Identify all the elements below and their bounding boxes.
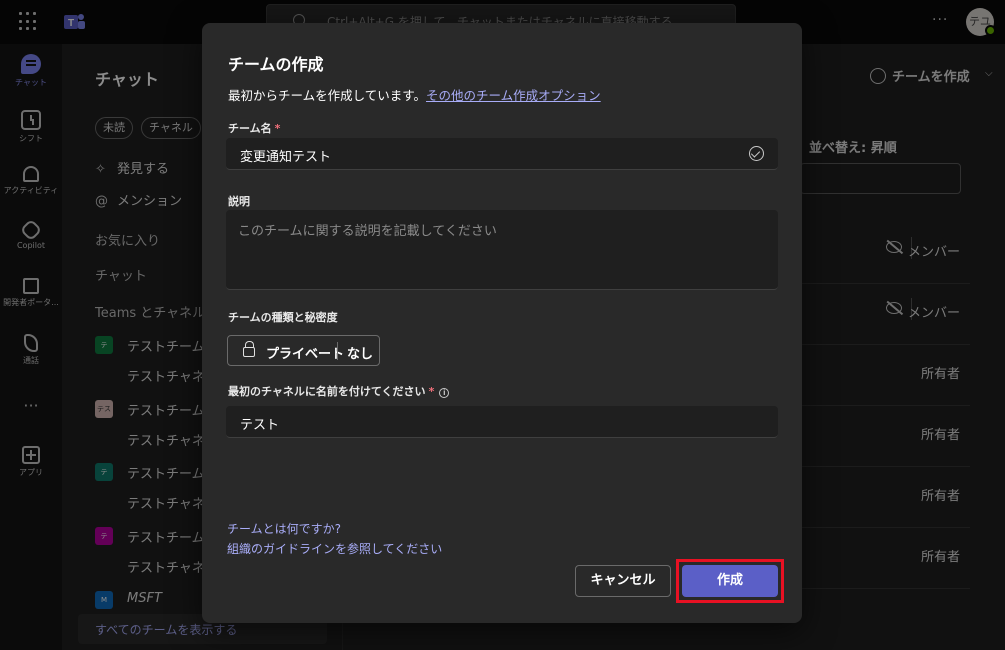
what-is-team-link[interactable]: チームとは何ですか? [227,520,341,537]
label-text: チームの種類と秘密度 [228,311,338,324]
team-type-label: チームの種類と秘密度 [228,309,338,325]
first-channel-input[interactable]: テスト [226,406,778,438]
check-circle-icon [749,146,764,161]
privacy-sensitivity-button[interactable]: プライベート なし [227,335,380,366]
guidelines-link[interactable]: 組織のガイドラインを参照してください [227,540,442,557]
team-name-label: チーム名 * [228,120,280,136]
privacy-value: プライベート [266,347,345,362]
required-marker: * [428,385,435,398]
description-label: 説明 [228,193,250,209]
channel-value: テスト [240,418,280,433]
cancel-button[interactable]: キャンセル [575,565,671,597]
team-name-value: 変更通知テスト [240,150,332,165]
sensitivity-value: なし [347,347,374,362]
label-text: チーム名 [228,122,272,135]
highlight-box [676,559,784,603]
dialog-subtitle: 最初からチームを作成しています。その他のチーム作成オプション [228,85,601,104]
divider [337,342,338,360]
first-channel-label: 最初のチャネルに名前を付けてください * i [228,383,450,399]
label-text: 説明 [228,195,250,208]
team-name-input[interactable]: 変更通知テスト [226,138,778,170]
required-marker: * [274,122,281,135]
dialog-title: チームの作成 [228,55,324,74]
other-options-link[interactable]: その他のチーム作成オプション [426,88,601,103]
label-text: 最初のチャネルに名前を付けてください [228,385,426,398]
info-icon[interactable]: i [439,388,450,398]
description-placeholder: このチームに関する説明を記載してください [238,224,497,239]
description-textarea[interactable]: このチームに関する説明を記載してください [226,210,778,290]
lock-icon [243,341,255,357]
create-team-dialog: チームの作成 最初からチームを作成しています。その他のチーム作成オプション チー… [202,23,802,623]
subtitle-text: 最初からチームを作成しています。 [228,88,427,103]
